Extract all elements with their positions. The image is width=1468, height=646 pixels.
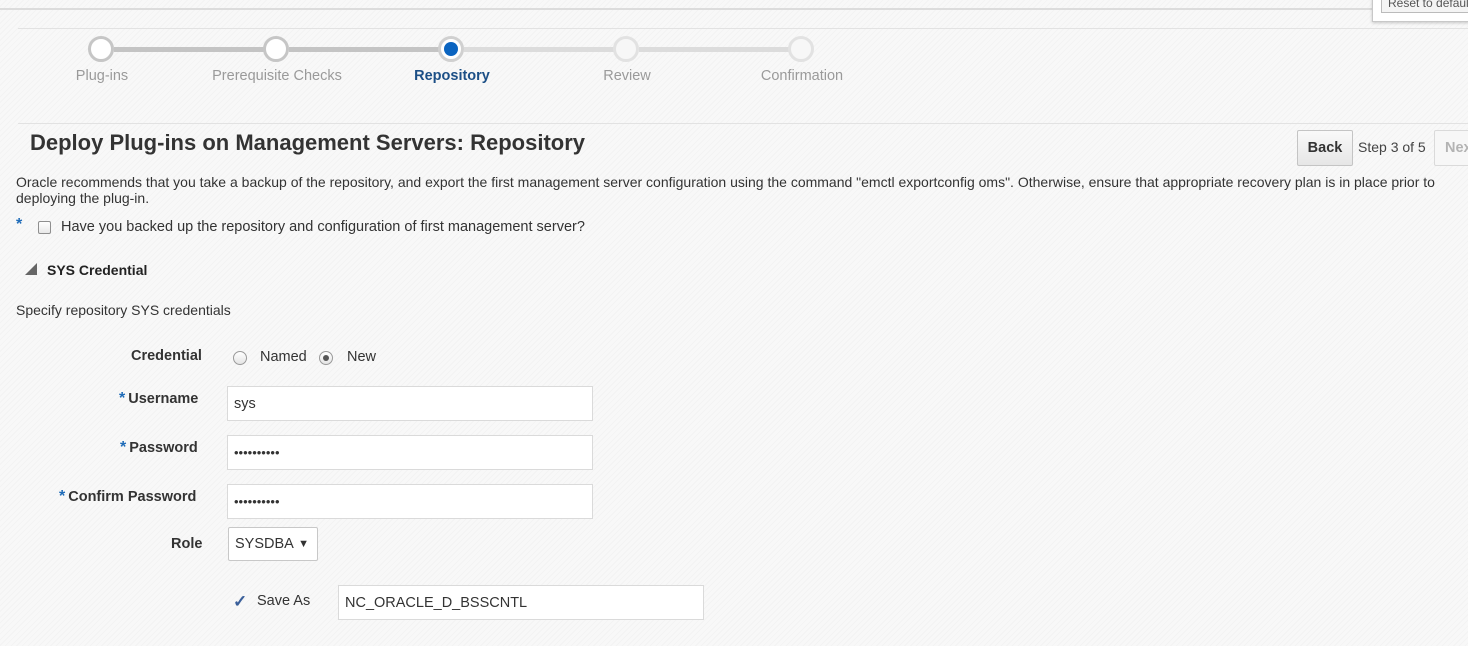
credential-new-label[interactable]: New (347, 349, 376, 365)
backup-confirm-checkbox[interactable] (38, 221, 51, 234)
password-label-text: Password (129, 440, 198, 456)
credential-new-radio[interactable] (319, 351, 333, 365)
credential-label: Credential (131, 348, 202, 364)
required-indicator: * (120, 439, 127, 456)
required-indicator: * (59, 488, 66, 505)
confirm-password-label-text: Confirm Password (68, 489, 197, 505)
train-top-divider (18, 28, 1468, 29)
required-indicator: * (16, 216, 23, 233)
password-label: * Password (120, 439, 198, 457)
role-select[interactable]: SYSDBA ▼ (228, 527, 318, 561)
train-stop-confirmation (788, 36, 814, 62)
dropdown-arrow-icon: ▼ (298, 538, 309, 550)
train-connector (639, 47, 801, 52)
role-select-value: SYSDBA (235, 536, 294, 552)
reset-button[interactable]: Reset to default (1381, 0, 1468, 13)
save-as-field[interactable] (338, 585, 704, 620)
train-stop-plug-ins[interactable] (88, 36, 114, 62)
backup-confirm-label[interactable]: Have you backed up the repository and co… (61, 219, 585, 235)
checkmark-icon[interactable]: ✓ (233, 592, 247, 612)
username-label-text: Username (128, 391, 199, 407)
password-field[interactable]: •••••••••• (227, 435, 593, 470)
back-button[interactable]: Back (1297, 130, 1353, 166)
role-label: Role (171, 536, 203, 552)
username-field[interactable] (227, 386, 593, 421)
train-connector (114, 47, 276, 52)
train-stop-review (613, 36, 639, 62)
train-label-prerequisite-checks[interactable]: Prerequisite Checks (187, 68, 367, 84)
header-divider (18, 123, 1468, 124)
credential-named-label[interactable]: Named (260, 349, 307, 365)
page-title: Deploy Plug-ins on Management Servers: R… (30, 130, 586, 155)
train-stop-repository (438, 36, 464, 62)
top-border (0, 8, 1468, 10)
train-label-confirmation: Confirmation (760, 68, 844, 84)
reset-popup[interactable]: Reset to default (1372, 0, 1468, 22)
train-label-plug-ins[interactable]: Plug-ins (12, 68, 192, 84)
confirm-password-field[interactable]: •••••••••• (227, 484, 593, 519)
train-label-review: Review (603, 68, 651, 84)
train-label-repository: Repository (414, 68, 490, 84)
train-connector (464, 47, 626, 52)
backup-recommendation-text: Oracle recommends that you take a backup… (16, 174, 1435, 206)
username-label: * Username (119, 390, 198, 408)
train-stop-prerequisite-checks[interactable] (263, 36, 289, 62)
section-description: Specify repository SYS credentials (16, 302, 231, 318)
step-indicator: Step 3 of 5 (1358, 139, 1426, 155)
train-connector (289, 47, 451, 52)
save-as-label[interactable]: Save As (257, 593, 310, 609)
section-title-sys-credential[interactable]: SYS Credential (47, 262, 147, 278)
collapse-triangle-icon[interactable] (25, 263, 37, 275)
required-indicator: * (119, 390, 126, 407)
confirm-password-label: * Confirm Password (59, 488, 196, 506)
credential-named-radio[interactable] (233, 351, 247, 365)
next-button[interactable]: Next (1434, 130, 1468, 166)
